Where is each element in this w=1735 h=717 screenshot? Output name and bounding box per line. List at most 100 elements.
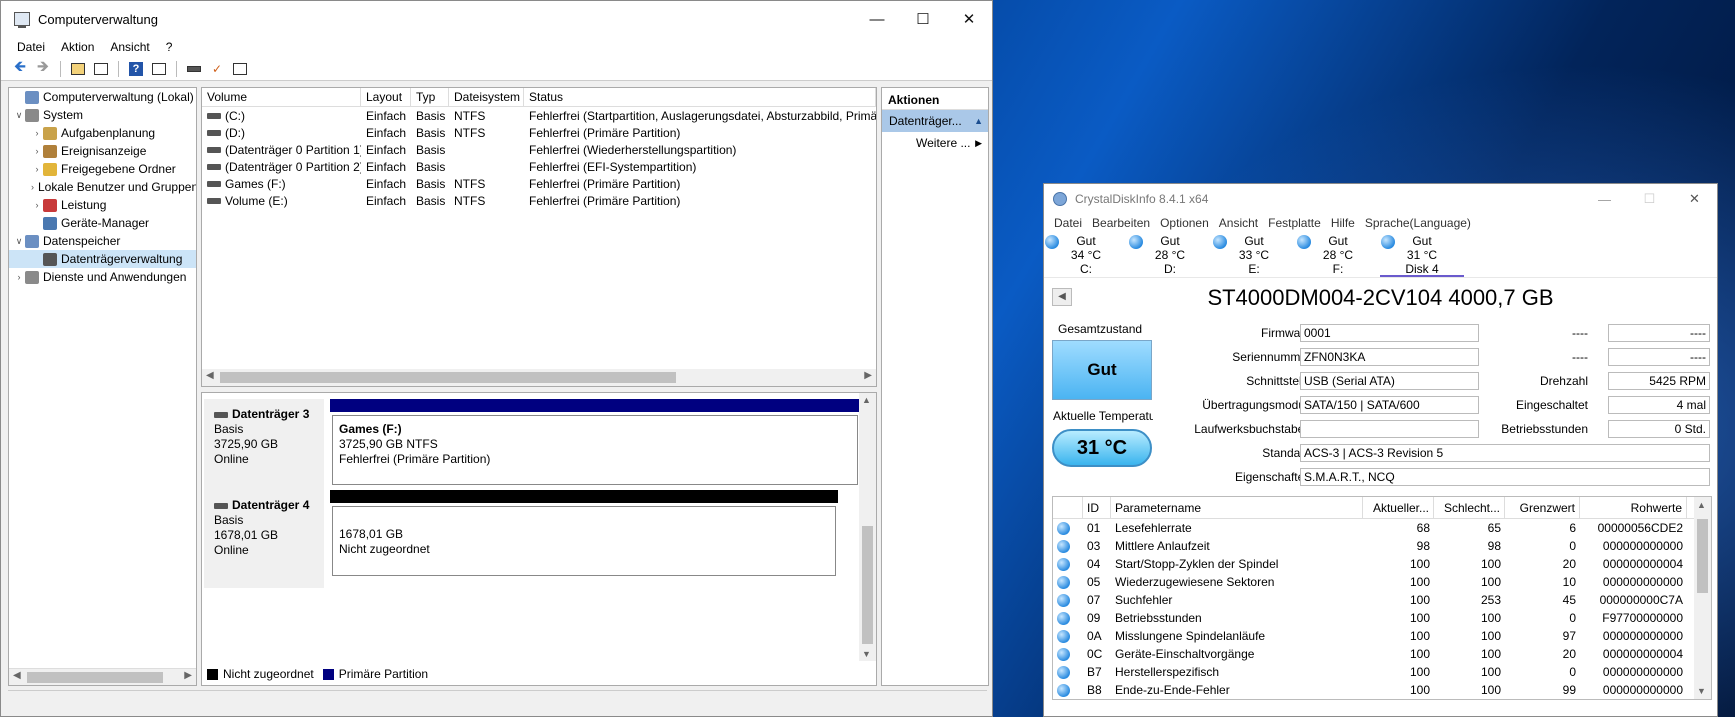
cdi-menu-optionen[interactable]: Optionen — [1160, 216, 1209, 230]
smart-row[interactable]: 0C Geräte-Einschaltvorgänge 100 100 20 000000… — [1053, 645, 1711, 663]
cdi-titlebar[interactable]: CrystalDiskInfo 8.4.1 x64 — ☐ ✕ — [1044, 184, 1717, 214]
disk-tab-4[interactable]: Gut 28 °C F: — [1296, 232, 1380, 277]
smart-row[interactable]: B7 Herstellerspezifisch 100 100 0 00000000000… — [1053, 663, 1711, 681]
smart-column-raw[interactable]: Rohwerte — [1580, 497, 1687, 518]
connect-disk-icon[interactable] — [185, 61, 203, 77]
maximize-button[interactable]: ☐ — [900, 1, 946, 37]
smart-column-name[interactable]: Parametername — [1111, 497, 1363, 518]
status-dot-icon — [1057, 647, 1070, 661]
volume-row[interactable]: Volume (E:) Einfach Basis NTFS Fehlerfrei (P… — [202, 192, 876, 209]
tree-item[interactable]: › Dienste und Anwendungen — [9, 268, 196, 286]
smart-row[interactable]: B8 Ende-zu-Ende-Fehler 100 100 99 00000000000… — [1053, 681, 1711, 699]
minimize-button[interactable]: — — [854, 1, 900, 37]
disk-tab-5[interactable]: Gut 31 °C Disk 4 — [1380, 232, 1464, 277]
expand-arrow-icon[interactable]: › — [31, 146, 43, 156]
smart-row[interactable]: 03 Mittlere Anlaufzeit 98 98 0 000000000000 — [1053, 537, 1711, 555]
menu-ansicht[interactable]: Ansicht — [110, 40, 149, 54]
cdi-menu-sprache[interactable]: Sprache(Language) — [1365, 216, 1471, 230]
collapse-arrow-icon[interactable]: ∨ — [13, 236, 25, 247]
tree-item[interactable]: Computerverwaltung (Lokal) — [9, 88, 196, 106]
cdi-minimize-button[interactable]: — — [1582, 184, 1627, 214]
folder-up-icon[interactable] — [69, 61, 87, 77]
column-typ[interactable]: Typ — [411, 88, 449, 106]
column-dateisystem[interactable]: Dateisystem — [449, 88, 524, 106]
expand-arrow-icon[interactable]: › — [31, 182, 34, 192]
collapse-arrow-icon[interactable]: ∨ — [13, 110, 25, 121]
scrollbar-thumb[interactable] — [862, 526, 873, 644]
cdi-menu-festplatte[interactable]: Festplatte — [1268, 216, 1321, 230]
partition-box[interactable]: Games (F:) 3725,90 GB NTFS Fehlerfrei (Pri… — [332, 415, 858, 485]
forward-arrow-icon[interactable]: 🡺 — [34, 58, 52, 77]
tree-item[interactable]: › Freigegebene Ordner — [9, 160, 196, 178]
disk-tab-2[interactable]: Gut 28 °C D: — [1128, 232, 1212, 277]
tree-item[interactable]: ∨ Datenspeicher — [9, 232, 196, 250]
cdi-menu-datei[interactable]: Datei — [1054, 216, 1082, 230]
disk-view-vertical-scrollbar[interactable]: ▲ ▼ — [859, 393, 876, 661]
smart-column-threshold[interactable]: Grenzwert — [1505, 497, 1580, 518]
expand-arrow-icon[interactable]: › — [31, 128, 43, 138]
volume-row[interactable]: (C:) Einfach Basis NTFS Fehlerfrei (Startpar… — [202, 107, 876, 124]
scrollbar-thumb[interactable] — [27, 672, 163, 683]
smart-row[interactable]: 0A Misslungene Spindelanläufe 100 100 97 0000… — [1053, 627, 1711, 645]
column-status[interactable]: Status — [524, 88, 876, 106]
tree-item-label: Aufgabenplanung — [61, 126, 156, 140]
scrollbar-thumb[interactable] — [220, 372, 676, 383]
volume-row[interactable]: (Datenträger 0 Partition 1) Einfach Basis F… — [202, 141, 876, 158]
cdi-maximize-button[interactable]: ☐ — [1627, 184, 1672, 214]
disk-tab-3[interactable]: Gut 33 °C E: — [1212, 232, 1296, 277]
temperature-button[interactable]: 31 °C — [1052, 429, 1152, 467]
menu-help[interactable]: ? — [166, 40, 173, 54]
tree-item[interactable]: › Ereignisanzeige — [9, 142, 196, 160]
smart-row[interactable]: 01 Lesefehlerrate 68 65 6 00000056CDE2 — [1053, 519, 1711, 537]
show-action-pane-icon[interactable] — [150, 61, 168, 77]
volume-row[interactable]: (Datenträger 0 Partition 2) Einfach Basis F… — [202, 158, 876, 175]
disk-label[interactable]: Datenträger 3 Basis 3725,90 GB Online — [204, 399, 324, 497]
partition-box[interactable]: 1678,01 GB Nicht zugeordnet — [332, 506, 836, 576]
drive-icon — [207, 181, 221, 188]
scrollbar-thumb[interactable] — [1697, 519, 1708, 593]
tree-item[interactable]: › Aufgabenplanung — [9, 124, 196, 142]
volume-row[interactable]: (D:) Einfach Basis NTFS Fehlerfrei (Primäre … — [202, 124, 876, 141]
disk-label[interactable]: Datenträger 4 Basis 1678,01 GB Online — [204, 490, 324, 588]
health-status-button[interactable]: Gut — [1052, 340, 1152, 400]
smart-column-id[interactable]: ID — [1083, 497, 1111, 518]
cv-titlebar[interactable]: Computerverwaltung — ☐ ✕ — [1, 1, 992, 37]
menu-datei[interactable]: Datei — [17, 40, 45, 54]
cdi-menu-ansicht[interactable]: Ansicht — [1219, 216, 1258, 230]
expand-arrow-icon[interactable]: › — [31, 200, 43, 210]
expand-arrow-icon[interactable]: › — [13, 272, 25, 282]
cdi-close-button[interactable]: ✕ — [1672, 184, 1717, 214]
properties-icon[interactable] — [231, 61, 249, 77]
show-hide-tree-icon[interactable] — [92, 61, 110, 77]
smart-column-worst[interactable]: Schlecht... — [1434, 497, 1505, 518]
tree-item[interactable]: › Leistung — [9, 196, 196, 214]
tree-item[interactable]: ∨ System — [9, 106, 196, 124]
back-arrow-icon[interactable]: 🡸 — [11, 58, 29, 77]
cdi-menu-bearbeiten[interactable]: Bearbeiten — [1092, 216, 1150, 230]
volume-list-horizontal-scrollbar[interactable]: ◀ ▶ — [202, 369, 876, 386]
smart-name: Ende-zu-Ende-Fehler — [1115, 683, 1230, 697]
column-layout[interactable]: Layout — [361, 88, 411, 106]
help-icon[interactable]: ? — [127, 61, 145, 77]
legend-swatch-unallocated — [207, 668, 218, 680]
tree-item[interactable]: Geräte-Manager — [9, 214, 196, 232]
disk-tab-1[interactable]: Gut 34 °C C: — [1044, 232, 1128, 277]
smart-row[interactable]: 04 Start/Stopp-Zyklen der Spindel 100 100 20… — [1053, 555, 1711, 573]
checklist-icon[interactable]: ✓ — [208, 61, 226, 77]
action-more[interactable]: Weitere ... — [882, 132, 988, 154]
smart-row[interactable]: 09 Betriebsstunden 100 100 0 F97700000000 — [1053, 609, 1711, 627]
cdi-menu-hilfe[interactable]: Hilfe — [1331, 216, 1355, 230]
tree-horizontal-scrollbar[interactable]: ◀ ▶ — [9, 668, 196, 685]
tree-item[interactable]: Datenträgerverwaltung — [9, 250, 196, 268]
action-datentraeger[interactable]: Datenträger... — [882, 110, 988, 132]
expand-arrow-icon[interactable]: › — [31, 164, 43, 174]
smart-vertical-scrollbar[interactable]: ▲ ▼ — [1694, 497, 1711, 699]
close-button[interactable]: ✕ — [946, 1, 992, 37]
volume-row[interactable]: Games (F:) Einfach Basis NTFS Fehlerfrei (Pr… — [202, 175, 876, 192]
smart-row[interactable]: 05 Wiederzugewiesene Sektoren 100 100 10 0000… — [1053, 573, 1711, 591]
menu-aktion[interactable]: Aktion — [61, 40, 94, 54]
column-volume[interactable]: Volume — [202, 88, 361, 106]
smart-column-current[interactable]: Aktueller... — [1363, 497, 1434, 518]
tree-item[interactable]: › Lokale Benutzer und Gruppen — [9, 178, 196, 196]
smart-row[interactable]: 07 Suchfehler 100 253 45 000000000C7A — [1053, 591, 1711, 609]
